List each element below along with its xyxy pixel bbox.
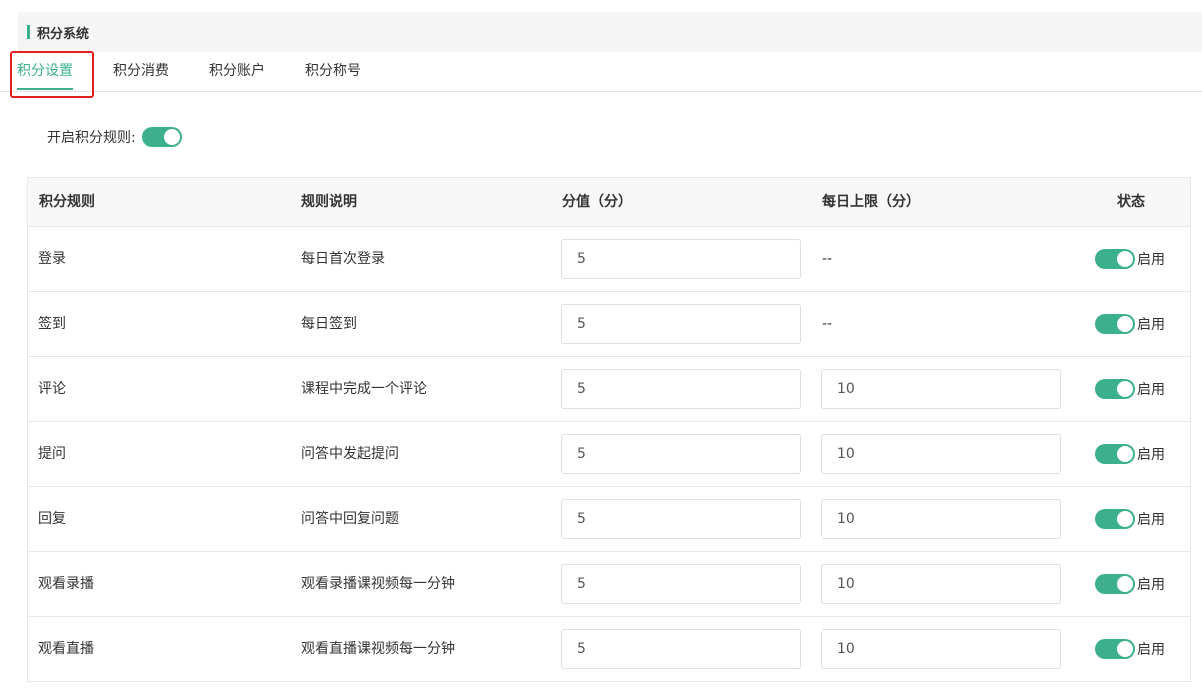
title-accent-bar xyxy=(27,25,30,39)
status-label: 启用 xyxy=(1137,317,1165,333)
switch-knob xyxy=(1117,316,1133,332)
rule-description: 课程中完成一个评论 xyxy=(301,381,427,397)
status-cell: 启用 xyxy=(1095,314,1165,334)
page-title: 积分系统 xyxy=(37,26,90,42)
table-row: 登录 每日首次登录 5 -- 启用 xyxy=(28,227,1190,292)
status-cell: 启用 xyxy=(1095,574,1165,594)
rule-description: 观看直播课视频每一分钟 xyxy=(301,641,455,657)
tab-points-consumption[interactable]: 积分消费 xyxy=(113,52,169,91)
rules-table: 积分规则 规则说明 分值（分） 每日上限（分） 状态 登录 每日首次登录 5 -… xyxy=(27,177,1191,682)
daily-limit-value: -- xyxy=(822,316,833,332)
rule-name: 签到 xyxy=(38,316,66,332)
status-cell: 启用 xyxy=(1095,509,1165,529)
status-switch[interactable] xyxy=(1095,574,1135,594)
table-row: 评论 课程中完成一个评论 5 10 启用 xyxy=(28,357,1190,422)
rule-name: 回复 xyxy=(38,511,66,527)
status-switch[interactable] xyxy=(1095,444,1135,464)
rule-name: 登录 xyxy=(38,251,66,267)
switch-knob xyxy=(1117,446,1133,462)
table-row: 提问 问答中发起提问 5 10 启用 xyxy=(28,422,1190,487)
rules-toggle-row: 开启积分规则: xyxy=(47,124,182,150)
daily-limit-input[interactable]: 10 xyxy=(821,629,1061,669)
rule-description: 每日首次登录 xyxy=(301,251,385,267)
rule-description: 问答中回复问题 xyxy=(301,511,399,527)
highlight-annotation xyxy=(10,51,94,98)
points-input[interactable]: 5 xyxy=(561,239,801,279)
column-header-status: 状态 xyxy=(1117,194,1145,210)
status-label: 启用 xyxy=(1137,577,1165,593)
daily-limit-input[interactable]: 10 xyxy=(821,369,1061,409)
rule-name: 观看直播 xyxy=(38,641,94,657)
table-header: 积分规则 规则说明 分值（分） 每日上限（分） 状态 xyxy=(28,178,1190,227)
table-row: 回复 问答中回复问题 5 10 启用 xyxy=(28,487,1190,552)
points-input[interactable]: 5 xyxy=(561,629,801,669)
switch-knob xyxy=(1117,511,1133,527)
status-switch[interactable] xyxy=(1095,249,1135,269)
column-header-points: 分值（分） xyxy=(562,194,632,210)
column-header-rule: 积分规则 xyxy=(39,194,95,210)
daily-limit-input[interactable]: 10 xyxy=(821,434,1061,474)
rule-name: 提问 xyxy=(38,446,66,462)
rule-description: 观看录播课视频每一分钟 xyxy=(301,576,455,592)
rule-description: 每日签到 xyxy=(301,316,357,332)
status-cell: 启用 xyxy=(1095,379,1165,399)
table-body: 登录 每日首次登录 5 -- 启用 签到 每日签到 5 -- 启用 评论 课程中… xyxy=(28,227,1190,682)
points-input[interactable]: 5 xyxy=(561,369,801,409)
status-switch[interactable] xyxy=(1095,379,1135,399)
tab-points-account[interactable]: 积分账户 xyxy=(209,52,265,91)
tab-bar: 积分设置 积分消费 积分账户 积分称号 xyxy=(0,52,1202,92)
status-switch[interactable] xyxy=(1095,639,1135,659)
switch-knob xyxy=(1117,251,1133,267)
points-input[interactable]: 5 xyxy=(561,499,801,539)
status-label: 启用 xyxy=(1137,447,1165,463)
switch-knob xyxy=(1117,641,1133,657)
switch-knob xyxy=(163,129,180,145)
points-input[interactable]: 5 xyxy=(561,304,801,344)
table-row: 观看直播 观看直播课视频每一分钟 5 10 启用 xyxy=(28,617,1190,682)
status-cell: 启用 xyxy=(1095,444,1165,464)
status-label: 启用 xyxy=(1137,382,1165,398)
rules-toggle-label: 开启积分规则: xyxy=(47,130,136,146)
tab-points-titles[interactable]: 积分称号 xyxy=(305,52,361,91)
column-header-description: 规则说明 xyxy=(301,194,357,210)
table-row: 观看录播 观看录播课视频每一分钟 5 10 启用 xyxy=(28,552,1190,617)
status-label: 启用 xyxy=(1137,642,1165,658)
status-switch[interactable] xyxy=(1095,509,1135,529)
rule-name: 观看录播 xyxy=(38,576,94,592)
table-row: 签到 每日签到 5 -- 启用 xyxy=(28,292,1190,357)
rule-description: 问答中发起提问 xyxy=(301,446,399,462)
daily-limit-input[interactable]: 10 xyxy=(821,499,1061,539)
page-header: 积分系统 xyxy=(18,12,1202,52)
status-label: 启用 xyxy=(1137,252,1165,268)
daily-limit-input[interactable]: 10 xyxy=(821,564,1061,604)
switch-knob xyxy=(1117,576,1133,592)
status-cell: 启用 xyxy=(1095,249,1165,269)
points-input[interactable]: 5 xyxy=(561,434,801,474)
status-label: 启用 xyxy=(1137,512,1165,528)
status-cell: 启用 xyxy=(1095,639,1165,659)
points-input[interactable]: 5 xyxy=(561,564,801,604)
rules-toggle-switch[interactable] xyxy=(141,127,182,147)
rule-name: 评论 xyxy=(38,381,66,397)
switch-knob xyxy=(1117,381,1133,397)
status-switch[interactable] xyxy=(1095,314,1135,334)
column-header-daily-limit: 每日上限（分） xyxy=(822,194,920,210)
daily-limit-value: -- xyxy=(822,251,833,267)
